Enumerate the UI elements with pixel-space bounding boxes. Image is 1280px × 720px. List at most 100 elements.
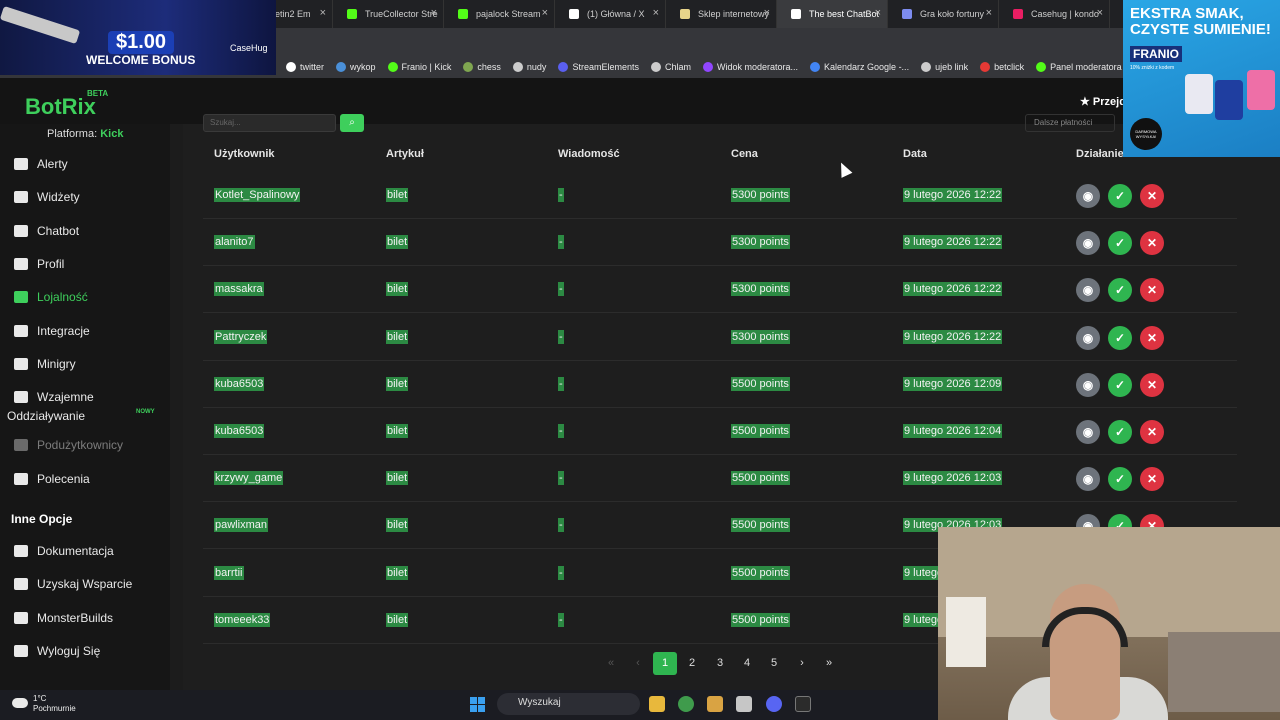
sidebar-item[interactable]: Widżety [14, 190, 80, 204]
view-button[interactable]: ◉ [1076, 184, 1100, 208]
bookmark[interactable]: chess [463, 62, 501, 72]
close-tab-icon[interactable]: × [764, 7, 770, 19]
file-explorer-icon[interactable] [649, 696, 665, 712]
last-page-button[interactable]: » [817, 652, 841, 675]
weather-temp[interactable]: 1°C [33, 694, 46, 703]
next-page-button[interactable]: › [790, 652, 814, 675]
cell-user[interactable]: kuba6503 [214, 376, 265, 391]
close-tab-icon[interactable]: × [320, 7, 326, 19]
close-tab-icon[interactable]: × [653, 7, 659, 19]
filter-control[interactable]: Dalsze płatności [1025, 114, 1115, 132]
prev-page-button[interactable]: ‹ [626, 652, 650, 675]
browser-tab[interactable]: (1) Główna / X × [555, 0, 666, 28]
bookmark[interactable]: StreamElements [558, 62, 639, 72]
approve-button[interactable]: ✓ [1108, 184, 1132, 208]
reject-button[interactable]: ✕ [1140, 278, 1164, 303]
cell-user[interactable]: barrtii [214, 565, 244, 580]
header-user[interactable]: Użytkownik [214, 148, 275, 160]
bookmark[interactable]: twitter [286, 62, 324, 72]
bookmark[interactable]: nudy [512, 62, 546, 72]
bookmark[interactable]: wykop [336, 62, 376, 72]
search-input[interactable]: Szukaj... [203, 114, 336, 132]
close-tab-icon[interactable]: × [875, 7, 881, 19]
browser-tab[interactable]: Sklep internetowy × [666, 0, 777, 28]
bookmark[interactable]: Widok moderatora... [702, 62, 798, 72]
header-item[interactable]: Artykuł [386, 148, 424, 160]
app-icon-2[interactable] [736, 696, 752, 712]
reject-button[interactable]: ✕ [1140, 325, 1164, 350]
terminal-icon[interactable] [795, 696, 811, 712]
bookmark[interactable]: Franio | Kick [387, 62, 451, 72]
browser-tab[interactable]: The best ChatBot × [777, 0, 888, 28]
approve-button[interactable]: ✓ [1108, 231, 1132, 256]
approve-button[interactable]: ✓ [1108, 325, 1132, 350]
page-3[interactable]: 3 [708, 652, 732, 675]
sidebar-item[interactable]: Wzajemne [14, 390, 94, 404]
sidebar-item[interactable]: Podużytkownicy [14, 438, 123, 452]
page-5[interactable]: 5 [762, 652, 786, 675]
page-2[interactable]: 2 [680, 652, 704, 675]
weather-desc[interactable]: Pochmurnie [33, 704, 76, 713]
cell-user[interactable]: krzywy_game [214, 471, 284, 486]
page-4[interactable]: 4 [735, 652, 759, 675]
botrix-logo[interactable]: BotRix [25, 94, 96, 120]
view-button[interactable]: ◉ [1076, 467, 1100, 492]
app-icon[interactable] [707, 696, 723, 712]
view-button[interactable]: ◉ [1076, 231, 1100, 256]
browser-tab[interactable]: Gra koło fortuny × [888, 0, 999, 28]
reject-button[interactable]: ✕ [1140, 467, 1164, 492]
browser-tab[interactable]: Casehug | kondo × [999, 0, 1110, 28]
browser-tab[interactable]: pajalock Stream × [444, 0, 555, 28]
first-page-button[interactable]: « [599, 652, 623, 675]
sidebar-item[interactable]: Integracje [14, 324, 90, 338]
sidebar-item[interactable]: Lojalność [14, 290, 88, 304]
sidebar-other-item[interactable]: MonsterBuilds [14, 611, 113, 625]
sidebar-other-item[interactable]: Wyloguj Się [14, 644, 100, 658]
bookmark[interactable]: betclick [980, 62, 1024, 72]
cell-user[interactable]: pawlixman [214, 518, 268, 533]
bookmark[interactable]: Chlam [650, 62, 691, 72]
cell-user[interactable]: Kotlet_Spalinowy [214, 188, 301, 202]
reject-button[interactable]: ✕ [1140, 184, 1164, 208]
chrome-icon[interactable] [678, 696, 694, 712]
close-tab-icon[interactable]: × [542, 7, 548, 19]
sidebar-item-interaction-line2[interactable]: Oddziaływanie [7, 409, 85, 423]
view-button[interactable]: ◉ [1076, 372, 1100, 397]
view-button[interactable]: ◉ [1076, 420, 1100, 444]
reject-button[interactable]: ✕ [1140, 231, 1164, 256]
close-tab-icon[interactable]: × [1097, 7, 1103, 19]
sidebar-item[interactable]: Profil [14, 257, 64, 271]
search-button[interactable]: ⌕ [340, 114, 364, 132]
bookmark[interactable]: Panel moderatora |... [1036, 62, 1134, 72]
cell-user[interactable]: alanito7 [214, 235, 255, 250]
cell-user[interactable]: kuba6503 [214, 424, 265, 438]
approve-button[interactable]: ✓ [1108, 278, 1132, 303]
view-button[interactable]: ◉ [1076, 278, 1100, 303]
header-date[interactable]: Data [903, 148, 927, 160]
cell-user[interactable]: Pattryczek [214, 329, 268, 344]
windows-start-icon[interactable] [470, 697, 485, 712]
approve-button[interactable]: ✓ [1108, 467, 1132, 492]
cell-user[interactable]: massakra [214, 282, 264, 297]
close-tab-icon[interactable]: × [431, 7, 437, 19]
cell-user[interactable]: tomeeek33 [214, 612, 271, 627]
sidebar-other-item[interactable]: Uzyskaj Wsparcie [14, 577, 132, 591]
sidebar-other-item[interactable]: Dokumentacja [14, 544, 114, 558]
view-button[interactable]: ◉ [1076, 325, 1100, 350]
close-tab-icon[interactable]: × [986, 7, 992, 19]
header-message[interactable]: Wiadomość [558, 148, 620, 160]
sidebar-item[interactable]: Chatbot [14, 224, 79, 238]
approve-button[interactable]: ✓ [1108, 372, 1132, 397]
discord-icon[interactable] [766, 696, 782, 712]
bookmark[interactable]: ujeb link [921, 62, 968, 72]
reject-button[interactable]: ✕ [1140, 372, 1164, 397]
bookmark[interactable]: Kalendarz Google -... [810, 62, 909, 72]
browser-tab[interactable]: TrueCollector Stre × [333, 0, 444, 28]
header-price[interactable]: Cena [731, 148, 758, 160]
reject-button[interactable]: ✕ [1140, 420, 1164, 444]
sidebar-item[interactable]: Minigry [14, 357, 76, 371]
sidebar-item[interactable]: Alerty [14, 157, 68, 171]
approve-button[interactable]: ✓ [1108, 420, 1132, 444]
page-1[interactable]: 1 [653, 652, 677, 675]
sidebar-item[interactable]: Polecenia [14, 472, 90, 486]
